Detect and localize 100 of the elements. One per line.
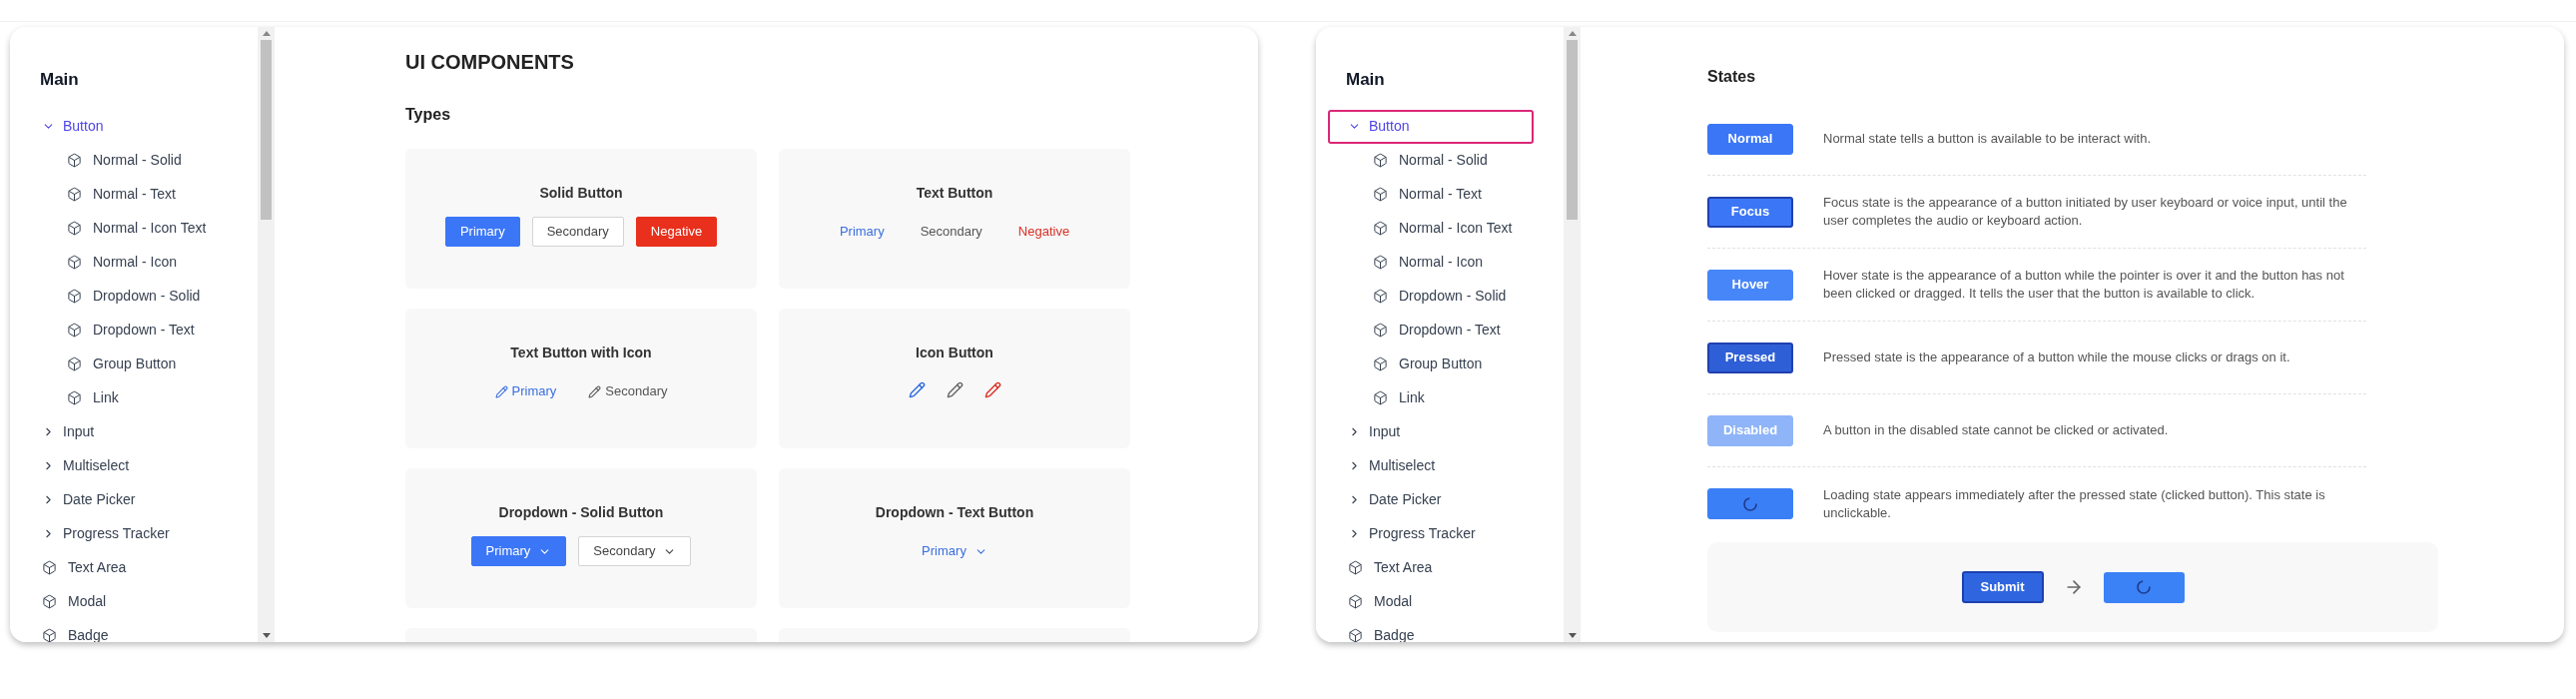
button[interactable]: Negative (635, 217, 718, 247)
state-description: Pressed state is the appearance of a button while the mouse clicks or drags on it. (1823, 349, 2291, 366)
sidebar-subitem[interactable]: Group Button (1373, 347, 1483, 381)
sidebar-item-label: Badge (1374, 626, 1415, 642)
scroll-up-icon[interactable] (1568, 31, 1577, 36)
sidebar-subitem[interactable]: Normal - Solid (67, 143, 182, 178)
sidebar-item-label: Button (1369, 117, 1410, 136)
cube-icon (42, 594, 57, 609)
sidebar-item[interactable]: Multiselect (1328, 448, 1534, 483)
sidebar-item[interactable]: Date Picker (22, 482, 228, 517)
sidebar-subitem[interactable]: Normal - Solid (1373, 143, 1488, 178)
sidebar-item[interactable]: Multiselect (22, 448, 228, 483)
icon-text-button[interactable]: Primary (484, 376, 567, 406)
section-title: States (1707, 67, 1757, 87)
sidebar-subitem[interactable]: Dropdown - Text (67, 313, 195, 348)
card-title: Solid Button (539, 184, 623, 203)
state-button[interactable]: Pressed (1707, 342, 1793, 373)
cube-icon (1348, 628, 1363, 642)
sidebar-item-label: Text Area (1374, 558, 1433, 577)
cube-icon (1373, 153, 1388, 168)
sidebar-item[interactable]: Modal (22, 584, 228, 619)
sidebar-item[interactable]: Text Area (1328, 550, 1534, 585)
sidebar-item[interactable]: Progress Tracker (22, 516, 228, 551)
sidebar-subitem[interactable]: Normal - Icon (67, 245, 178, 280)
cube-icon (67, 289, 82, 304)
sidebar-item-label: Progress Tracker (1369, 524, 1476, 543)
sidebar-item[interactable]: Button (1328, 109, 1534, 144)
sidebar-subitem[interactable]: Normal - Icon (1373, 245, 1484, 280)
cube-icon (1373, 323, 1388, 338)
sidebar-item[interactable]: Modal (1328, 584, 1534, 619)
sidebar-item[interactable]: Input (1328, 414, 1534, 449)
sidebar-item-label: Text Area (68, 558, 127, 577)
scrollbar-thumb[interactable] (261, 40, 272, 220)
state-button[interactable]: Normal (1707, 123, 1793, 155)
sidebar-subitem[interactable]: Normal - Icon Text (1373, 211, 1513, 246)
sidebar-subitem[interactable]: Link (1373, 380, 1425, 415)
sidebar-item-label: Multiselect (1369, 456, 1436, 475)
sidebar-heading: Main (1346, 69, 1386, 91)
text-button[interactable]: Primary (827, 217, 897, 247)
sidebar-item[interactable]: Badge (22, 618, 228, 642)
scrollbar[interactable] (258, 27, 275, 642)
state-button[interactable]: Focus (1707, 196, 1793, 228)
sidebar-item-label: Modal (1374, 592, 1413, 611)
pencil-icon (494, 384, 508, 398)
state-description: A button in the disabled state cannot be clicked or activated. (1823, 421, 2170, 439)
cube-icon (1373, 356, 1388, 371)
sidebar-subitem[interactable]: Normal - Icon Text (67, 211, 207, 246)
sidebar-subitem[interactable]: Dropdown - Solid (1373, 279, 1507, 314)
cube-icon (42, 560, 57, 575)
state-description: Loading state appears immediately after the pressed state (clicked button). This state is unclickable. (1823, 485, 2326, 522)
dropdown-button[interactable]: Primary (470, 536, 567, 566)
sidebar-item[interactable]: Button (22, 109, 228, 144)
cube-icon (1373, 221, 1388, 236)
state-description: Normal state tells a button is available to be interact with. (1823, 130, 2153, 148)
cube-icon (1348, 560, 1363, 575)
sidebar-item-label: Progress Tracker (63, 524, 170, 543)
cube-icon (67, 323, 82, 338)
section-title: Types (405, 105, 452, 125)
submit-button[interactable]: Submit (1961, 571, 2044, 603)
sidebar-subitem[interactable]: Normal - Text (67, 177, 176, 212)
button[interactable]: Primary (444, 217, 520, 247)
pencil-icon (588, 384, 602, 398)
scroll-down-icon[interactable] (262, 633, 271, 638)
cube-icon (1348, 594, 1363, 609)
cube-icon (67, 390, 82, 405)
sidebar-item-label: Multiselect (63, 456, 130, 475)
sidebar-subitem[interactable]: Group Button (67, 347, 177, 381)
button[interactable]: Secondary (531, 217, 624, 247)
card-title: Dropdown - Solid Button (498, 503, 664, 522)
cube-icon (67, 356, 82, 371)
scrollbar[interactable] (1564, 27, 1581, 642)
spinner-icon (2136, 579, 2152, 595)
state-description: Hover state is the appearance of a button while the pointer is over it and the button has not been clicked or dragged. It tells the user that the button is available to click. (1823, 267, 2345, 303)
card-title: Dropdown - Text Button (875, 503, 1034, 522)
pencil-icon (908, 380, 926, 398)
sidebar-subitem[interactable]: Dropdown - Solid (67, 279, 201, 314)
scroll-down-icon[interactable] (1568, 633, 1577, 638)
sidebar-item-label: Modal (68, 592, 107, 611)
scrollbar-thumb[interactable] (1567, 40, 1578, 220)
sidebar-item[interactable]: Badge (1328, 618, 1534, 642)
pencil-icon (983, 380, 1001, 398)
sidebar-item[interactable]: Input (22, 414, 228, 449)
sidebar-item[interactable]: Text Area (22, 550, 228, 585)
sidebar-subitem[interactable]: Dropdown - Text (1373, 313, 1501, 348)
card-title: Text Button with Icon (510, 344, 652, 362)
sidebar-heading: Main (40, 69, 80, 91)
cube-icon (67, 221, 82, 236)
sidebar-subitem[interactable]: Link (67, 380, 119, 415)
cube-icon (67, 153, 82, 168)
sidebar-item[interactable]: Date Picker (1328, 482, 1534, 517)
dropdown-text-button[interactable]: Primary (912, 536, 997, 566)
icon-text-button[interactable]: Secondary (578, 376, 678, 406)
sidebar-item-label: Date Picker (1369, 490, 1442, 509)
sidebar-subitem[interactable]: Normal - Text (1373, 177, 1482, 212)
text-button[interactable]: Negative (1005, 217, 1082, 247)
text-button[interactable]: Secondary (908, 217, 994, 247)
scroll-up-icon[interactable] (262, 31, 271, 36)
sidebar-item[interactable]: Progress Tracker (1328, 516, 1534, 551)
dropdown-button[interactable]: Secondary (578, 536, 692, 566)
cube-icon (1373, 187, 1388, 202)
